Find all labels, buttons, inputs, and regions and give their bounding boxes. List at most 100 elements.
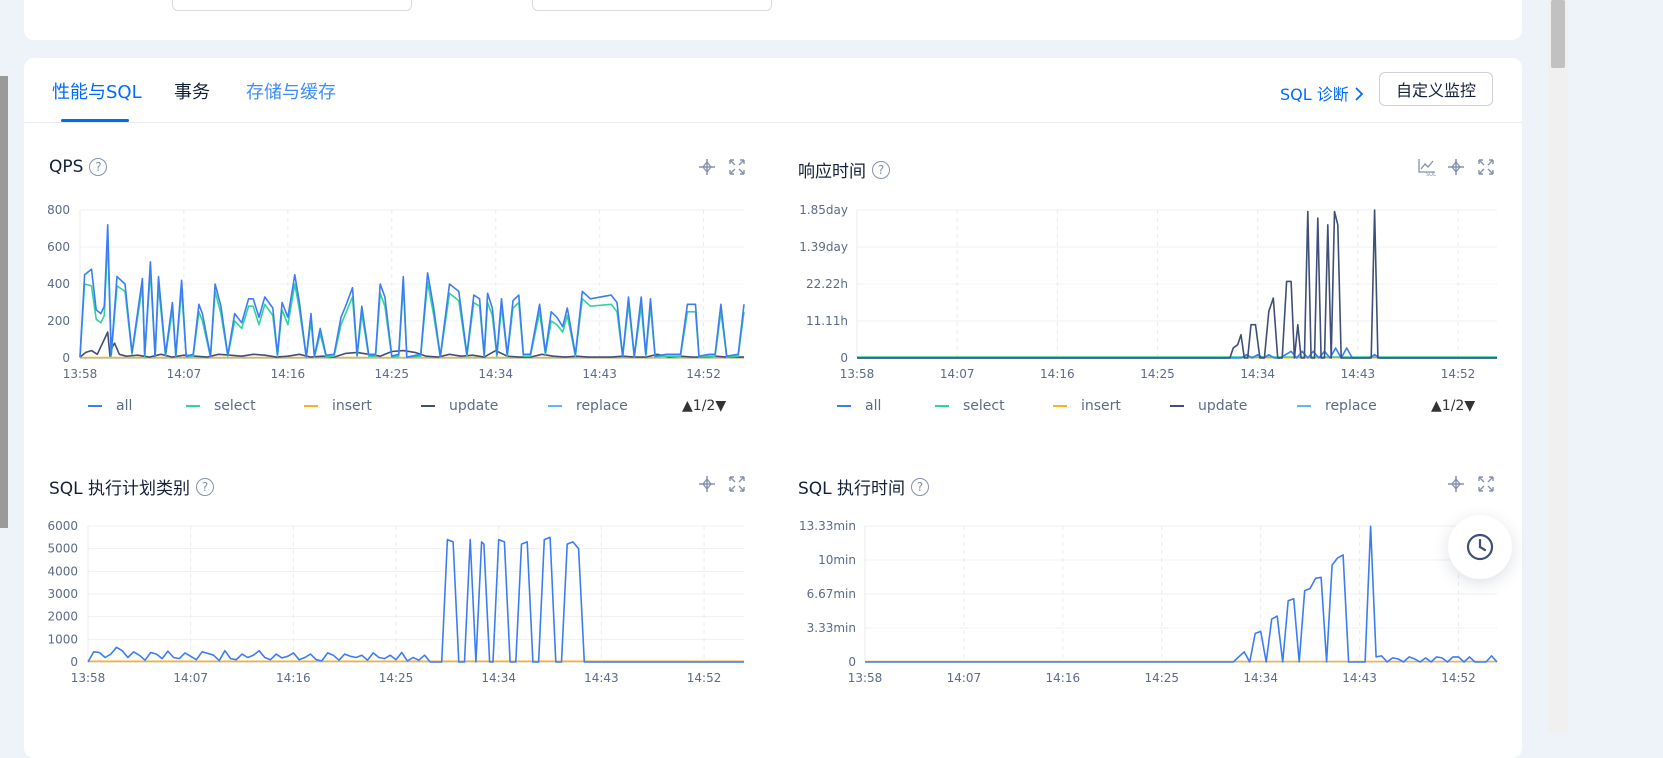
x-tick-label: 14:16 — [276, 671, 311, 685]
legend-label-update: update — [1198, 398, 1248, 414]
response-time-title: 响应时间? — [798, 157, 890, 182]
y-tick-label: 4000 — [47, 564, 78, 578]
page-scrollbar[interactable] — [1548, 0, 1568, 733]
legend-label-all: all — [865, 398, 882, 414]
end-time-value: … — [547, 0, 561, 2]
x-tick-label: 14:25 — [379, 671, 414, 685]
legend-item-update[interactable]: update — [1170, 398, 1247, 414]
y-tick-label: 1.39day — [799, 240, 848, 254]
legend-item-all[interactable]: all — [88, 398, 132, 414]
pager-up-icon[interactable]: ▲ — [682, 398, 693, 414]
exec-time-title-text: SQL 执行时间 — [798, 479, 906, 499]
qps-chart[interactable]: 800 600 400 200 0 13:58 14:07 14:16 14:25 14:34 14… — [44, 198, 754, 388]
tab-bar: 性能与SQL 事务 存储与缓存 SQL 诊断 自定义监控 — [24, 58, 1522, 123]
x-tick-label: 14:07 — [167, 367, 202, 381]
sql-chart-icon[interactable]: SQL — [1418, 158, 1436, 176]
history-button[interactable] — [1448, 515, 1512, 579]
x-tick-label: 14:25 — [1144, 671, 1179, 685]
qps-title-text: QPS — [49, 157, 84, 177]
x-tick-label: 14:16 — [1040, 367, 1075, 381]
pager-down-icon[interactable]: ▼ — [1464, 398, 1475, 414]
crosshair-icon[interactable] — [1447, 158, 1465, 176]
x-tick-label: 14:34 — [1243, 671, 1278, 685]
legend-label-update: update — [449, 398, 499, 414]
series-line-all — [79, 223, 745, 358]
y-tick-label: 13.33min — [799, 519, 856, 533]
legend-item-insert[interactable]: insert — [1053, 398, 1121, 414]
legend-swatch-insert — [1053, 405, 1067, 407]
legend-pager: ▲1/2▼ — [682, 398, 726, 414]
response-time-chart[interactable]: 1.85day 1.39day 22.22h 11.11h 0 13:58 14:07 14:… — [793, 198, 1503, 388]
x-tick-label: 14:16 — [271, 367, 306, 381]
legend-label-replace: replace — [576, 398, 628, 414]
help-circle-icon[interactable]: ? — [196, 477, 215, 496]
x-tick-label: 14:43 — [584, 671, 619, 685]
y-tick-label: 22.22h — [806, 277, 848, 291]
tab-performance-sql[interactable]: 性能与SQL — [52, 78, 142, 104]
sql-diagnose-link[interactable]: SQL 诊断 — [1280, 81, 1365, 105]
legend-item-update[interactable]: update — [421, 398, 498, 414]
expand-icon[interactable] — [728, 158, 746, 176]
x-tick-label: 14:25 — [374, 367, 409, 381]
series-line-series-1 — [87, 536, 744, 663]
y-tick-label: 400 — [47, 277, 70, 291]
legend-item-all[interactable]: all — [837, 398, 881, 414]
y-tick-label: 800 — [47, 203, 70, 217]
y-tick-label: 0 — [840, 351, 848, 365]
legend-swatch-replace — [548, 405, 562, 407]
y-tick-label: 10min — [818, 553, 856, 567]
expand-icon[interactable] — [1477, 158, 1495, 176]
pager-up-icon[interactable]: ▲ — [1431, 398, 1442, 414]
plan-type-title-text: SQL 执行计划类别 — [49, 479, 191, 499]
expand-icon[interactable] — [1477, 475, 1495, 493]
x-tick-label: 14:43 — [1342, 671, 1377, 685]
tab-storage-cache[interactable]: 存储与缓存 — [246, 78, 336, 104]
legend-swatch-update — [1170, 405, 1184, 407]
y-tick-label: 200 — [47, 314, 70, 328]
end-time-input[interactable]: … — [532, 0, 772, 11]
monitor-card: 性能与SQL 事务 存储与缓存 SQL 诊断 自定义监控 QPS? 800 600… — [24, 58, 1522, 758]
legend-item-insert[interactable]: insert — [304, 398, 372, 414]
x-tick-label: 13:58 — [840, 367, 875, 381]
tab-transaction[interactable]: 事务 — [174, 78, 210, 104]
y-tick-label: 0 — [62, 351, 70, 365]
y-tick-label: 3000 — [47, 587, 78, 601]
x-tick-label: 14:16 — [1046, 671, 1081, 685]
response-time-legend: all select insert update replace ▲1/2▼ — [837, 398, 1497, 418]
y-tick-label: 2000 — [47, 610, 78, 624]
y-tick-label: 11.11h — [806, 314, 848, 328]
response-time-title-text: 响应时间 — [798, 162, 866, 182]
crosshair-icon[interactable] — [1447, 475, 1465, 493]
y-tick-label: 1.85day — [799, 203, 848, 217]
pager-down-icon[interactable]: ▼ — [715, 398, 726, 414]
qps-title: QPS? — [49, 157, 108, 177]
help-circle-icon[interactable]: ? — [872, 160, 890, 179]
y-tick-label: 600 — [47, 240, 70, 254]
help-circle-icon[interactable]: ? — [89, 158, 108, 176]
legend-item-select[interactable]: select — [186, 398, 256, 414]
exec-time-chart[interactable]: 13.33min 10min 6.67min 3.33min 0 13:58 14:07 14… — [793, 516, 1503, 696]
x-tick-label: 14:43 — [1341, 367, 1376, 381]
start-time-input[interactable]: … — [172, 0, 412, 11]
x-tick-label: 14:07 — [947, 671, 982, 685]
legend-item-select[interactable]: select — [935, 398, 1005, 414]
x-tick-label: 13:58 — [71, 671, 106, 685]
x-tick-label: 14:52 — [1441, 367, 1476, 381]
crosshair-icon[interactable] — [698, 158, 716, 176]
x-tick-label: 14:52 — [686, 367, 721, 381]
y-tick-label: 6.67min — [807, 587, 856, 601]
legend-label-select: select — [963, 398, 1005, 414]
clock-icon — [1466, 533, 1494, 561]
expand-icon[interactable] — [728, 475, 746, 493]
legend-item-replace[interactable]: replace — [1297, 398, 1377, 414]
y-tick-label: 6000 — [47, 519, 78, 533]
scrollbar-thumb[interactable] — [1551, 0, 1565, 68]
custom-monitor-button[interactable]: 自定义监控 — [1379, 72, 1493, 106]
help-circle-icon[interactable]: ? — [911, 477, 930, 496]
plan-type-chart[interactable]: 6000 5000 4000 3000 2000 1000 0 13:58 14:07 14:16… — [44, 516, 754, 696]
filter-card: … … — [24, 0, 1522, 40]
chevron-right-icon — [1355, 87, 1364, 101]
crosshair-icon[interactable] — [698, 475, 716, 493]
legend-item-replace[interactable]: replace — [548, 398, 628, 414]
left-edge-scrollbar[interactable] — [0, 76, 8, 528]
